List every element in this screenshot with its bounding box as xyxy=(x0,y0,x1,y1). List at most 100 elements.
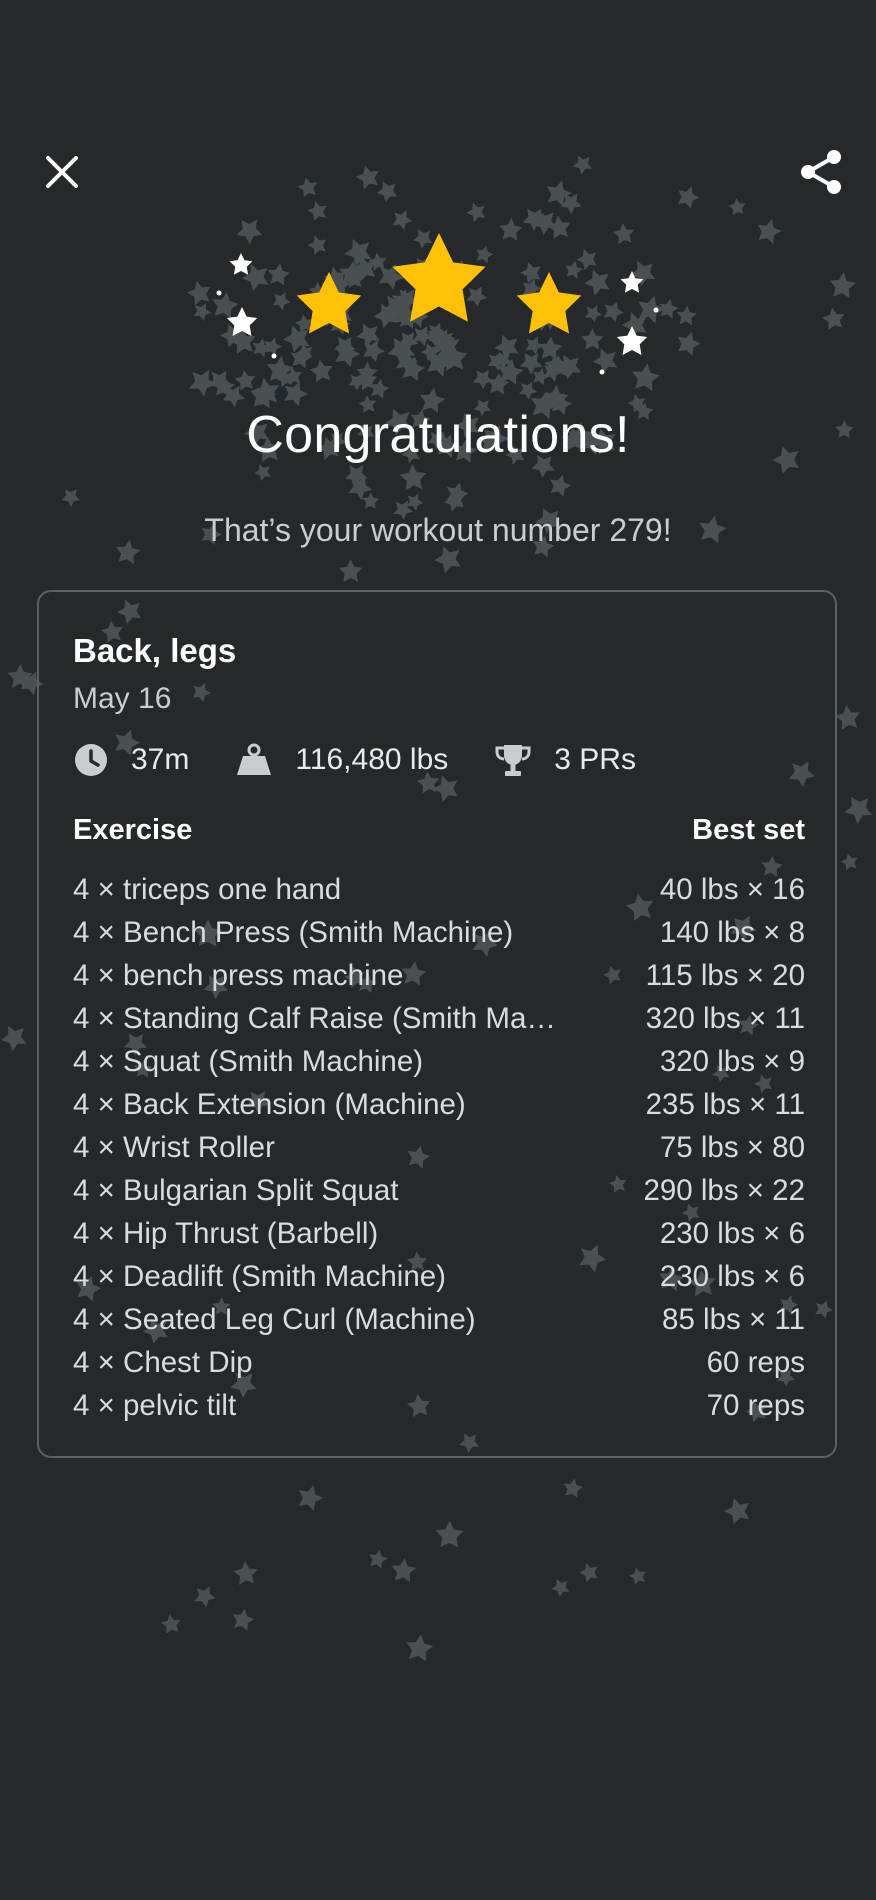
volume-stat: 116,480 lbs xyxy=(235,743,448,777)
best-set-column-header: Best set xyxy=(692,814,805,846)
congratulations-title: Congratulations! xyxy=(246,406,630,464)
exercise-row: 4 × Deadlift (Smith Machine) 230 lbs × 6 xyxy=(73,1255,805,1298)
exercise-name: 4 × Hip Thrust (Barbell) xyxy=(73,1217,379,1250)
best-set: 115 lbs × 20 xyxy=(645,959,805,992)
confetti-star xyxy=(840,788,876,828)
exercise-column-header: Exercise xyxy=(73,814,193,846)
best-set: 40 lbs × 16 xyxy=(659,873,805,906)
best-set: 290 lbs × 22 xyxy=(643,1174,805,1207)
confetti-star xyxy=(338,559,363,582)
clock-icon xyxy=(75,744,107,776)
confetti-star xyxy=(0,1019,34,1055)
confetti-star xyxy=(441,487,469,515)
confetti-star xyxy=(191,1581,220,1610)
best-set: 70 reps xyxy=(706,1389,805,1422)
best-set: 140 lbs × 8 xyxy=(659,916,805,949)
exercise-row: 4 × Bulgarian Split Squat 290 lbs × 22 xyxy=(73,1169,805,1212)
confetti-star xyxy=(577,1558,604,1586)
confetti-star xyxy=(726,195,750,219)
weight-icon xyxy=(237,743,272,775)
confetti-star xyxy=(361,491,380,509)
exercise-name: 4 × Bench Press (Smith Machine) xyxy=(73,916,514,949)
exercise-row: 4 × Squat (Smith Machine) 320 lbs × 9 xyxy=(73,1040,805,1083)
duration-stat: 37m xyxy=(73,742,189,778)
best-set: 235 lbs × 11 xyxy=(645,1088,805,1121)
confetti-star xyxy=(397,460,432,496)
confetti-star xyxy=(627,1563,651,1588)
exercise-row: 4 × triceps one hand 40 lbs × 16 xyxy=(73,868,805,911)
workout-date: May 16 xyxy=(73,682,172,715)
confetti-star xyxy=(231,1557,263,1590)
confetti-star xyxy=(548,1574,574,1600)
exercise-row: 4 × bench press machine 115 lbs × 20 xyxy=(73,954,805,997)
exercise-row: 4 × Seated Leg Curl (Machine) 85 lbs × 11 xyxy=(73,1298,805,1341)
best-set: 60 reps xyxy=(706,1346,805,1379)
confetti-star xyxy=(373,176,403,206)
confetti-star xyxy=(546,471,574,499)
confetti-star xyxy=(159,1610,185,1637)
confetti-star xyxy=(435,1520,464,1548)
confetti-star xyxy=(542,177,575,208)
trophy-icon xyxy=(495,745,531,776)
confetti-star xyxy=(7,663,33,689)
close-icon xyxy=(46,156,78,188)
prs-stat: 3 PRs xyxy=(494,741,636,779)
workout-name: Back, legs xyxy=(73,632,237,669)
exercise-table-header: Exercise Best set xyxy=(73,814,805,847)
confetti-star xyxy=(403,490,426,513)
exercise-name: 4 × Deadlift (Smith Machine) xyxy=(73,1260,446,1293)
confetti-star xyxy=(839,850,863,874)
best-set: 320 lbs × 9 xyxy=(659,1045,805,1078)
exercise-name: 4 × Seated Leg Curl (Machine) xyxy=(73,1303,476,1336)
star-icon-left xyxy=(296,272,362,334)
confetti-star xyxy=(367,376,391,400)
confetti-star xyxy=(673,182,703,211)
star-icon-right xyxy=(516,272,582,334)
volume-value: 116,480 lbs xyxy=(295,743,449,776)
confetti-star xyxy=(832,701,866,735)
exercise-name: 4 × bench press machine xyxy=(73,959,404,992)
confetti-star xyxy=(390,1556,417,1583)
confetti-star xyxy=(279,377,312,408)
exercise-row: 4 × Standing Calf Raise (Smith Ma… 320 lb… xyxy=(73,997,805,1040)
confetti-star xyxy=(442,479,471,507)
rating-stars xyxy=(216,233,659,375)
best-set: 75 lbs × 80 xyxy=(659,1131,805,1164)
share-icon xyxy=(801,150,841,194)
confetti-star xyxy=(561,1476,585,1499)
exercise-name: 4 × pelvic tilt xyxy=(73,1389,237,1422)
exercise-name: 4 × Back Extension (Machine) xyxy=(73,1088,466,1121)
workout-summary-card: Back, legs May 16 37m 116,480 lbs 3 PRs … xyxy=(37,590,837,1458)
exercise-list: 4 × triceps one hand 40 lbs × 16 4 × Benc… xyxy=(73,868,805,1427)
confetti-star xyxy=(721,1492,757,1529)
confetti-star xyxy=(366,1547,390,1570)
exercise-name: 4 × Bulgarian Split Squat xyxy=(73,1174,399,1207)
confetti-star xyxy=(295,173,323,201)
exercise-row: 4 × Hip Thrust (Barbell) 230 lbs × 6 xyxy=(73,1212,805,1255)
best-set: 230 lbs × 6 xyxy=(659,1260,805,1293)
share-button[interactable] xyxy=(790,140,854,204)
exercise-name: 4 × Chest Dip xyxy=(73,1346,253,1379)
duration-value: 37m xyxy=(131,743,190,776)
exercise-name: 4 × Wrist Roller xyxy=(73,1131,275,1164)
confetti-star xyxy=(445,487,470,512)
workout-stats: 37m 116,480 lbs 3 PRs xyxy=(73,740,682,780)
exercise-row: 4 × Back Extension (Machine) 235 lbs × 11 xyxy=(73,1083,805,1126)
close-button[interactable] xyxy=(30,140,94,204)
exercise-name: 4 × Standing Calf Raise (Smith Ma… xyxy=(73,1002,556,1035)
exercise-name: 4 × Squat (Smith Machine) xyxy=(73,1045,424,1078)
exercise-row: 4 × Wrist Roller 75 lbs × 80 xyxy=(73,1126,805,1169)
confetti-star xyxy=(515,377,541,402)
confetti-star xyxy=(403,1632,435,1663)
best-set: 320 lbs × 11 xyxy=(645,1002,805,1035)
exercise-row: 4 × Chest Dip 60 reps xyxy=(73,1341,805,1384)
prs-value: 3 PRs xyxy=(554,743,636,776)
confetti-star xyxy=(294,1481,326,1513)
confetti-star xyxy=(570,150,597,178)
workout-number-subtitle: That’s your workout number 279! xyxy=(204,512,672,548)
confetti-star xyxy=(353,160,386,193)
confetti-star xyxy=(58,483,85,510)
exercise-row: 4 × pelvic tilt 70 reps xyxy=(73,1384,805,1427)
best-set: 85 lbs × 11 xyxy=(662,1303,805,1336)
star-icon-center xyxy=(392,233,486,322)
